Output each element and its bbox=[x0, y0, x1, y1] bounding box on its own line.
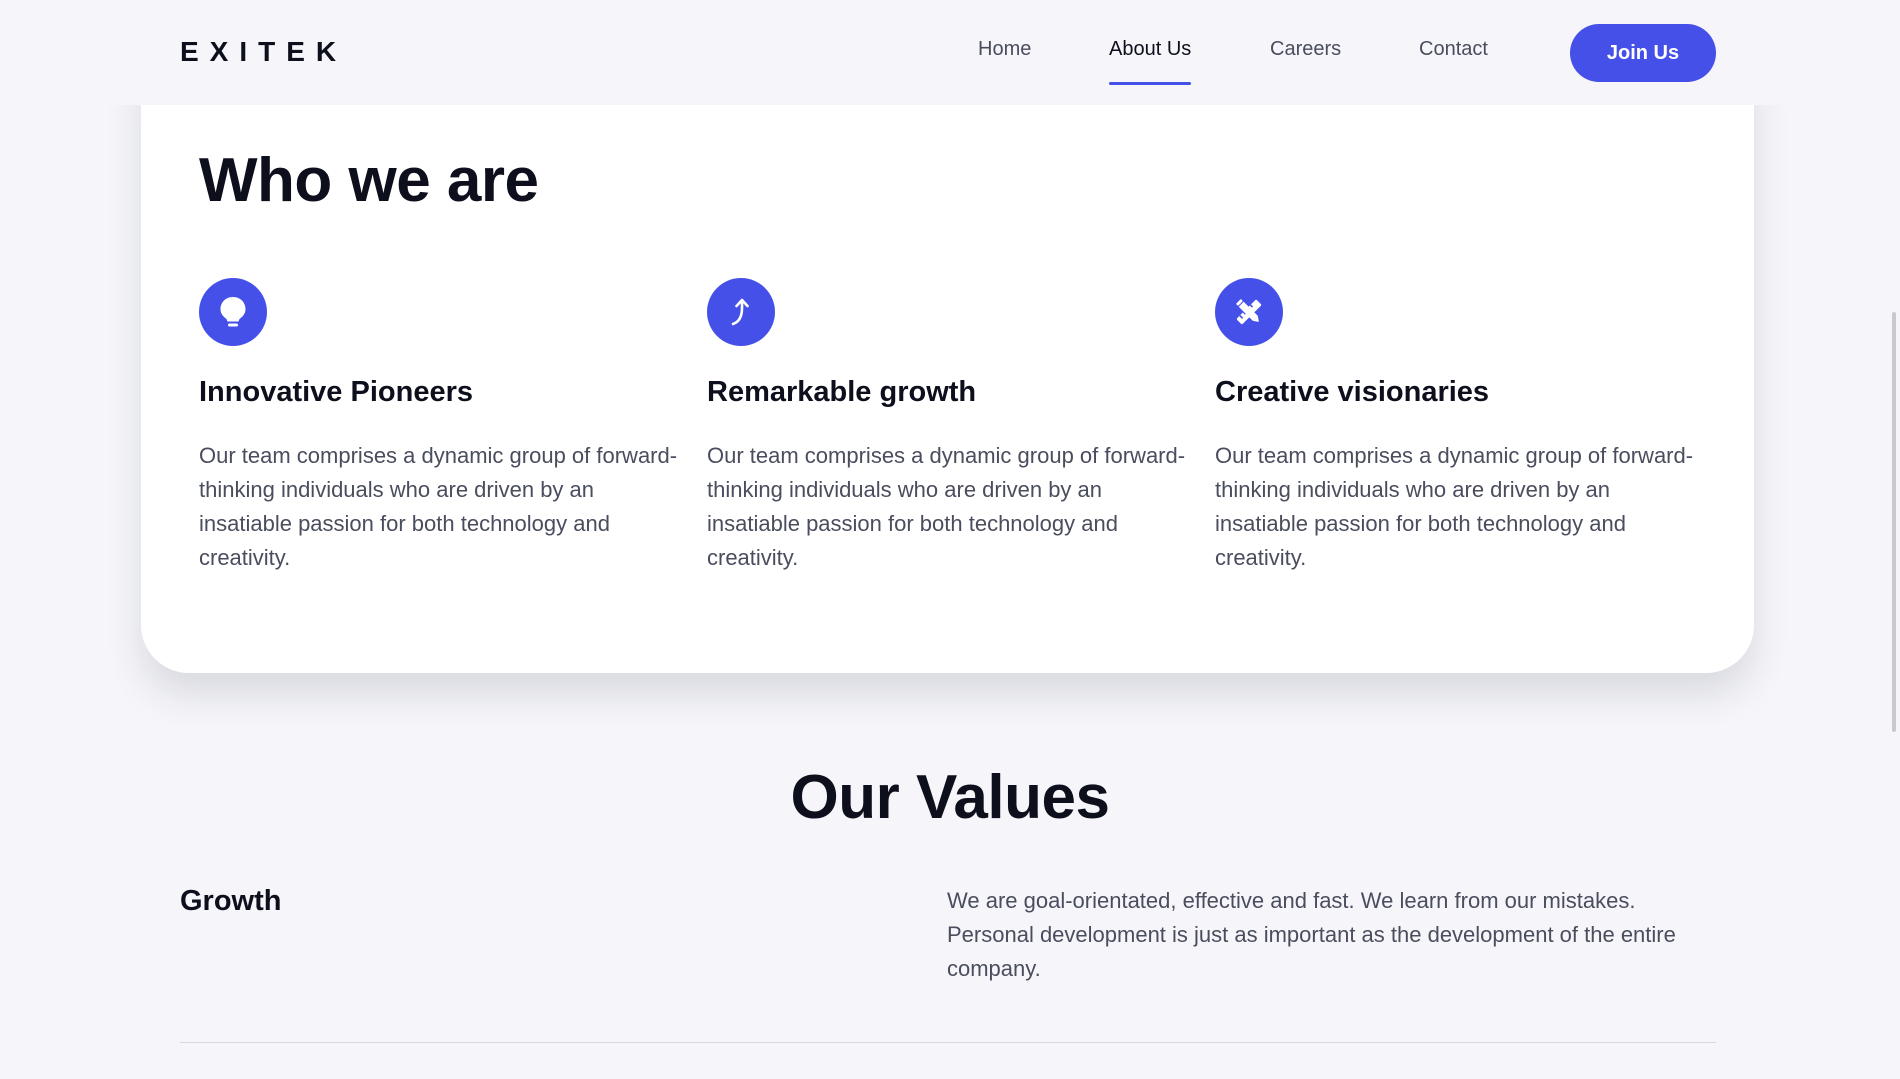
feature-title: Remarkable growth bbox=[707, 376, 977, 408]
feature-title: Creative visionaries bbox=[1215, 376, 1490, 408]
feature-text: Our team comprises a dynamic group of fo… bbox=[707, 443, 1186, 570]
nav-about-us[interactable]: About Us bbox=[1109, 38, 1192, 85]
feature-text: Our team comprises a dynamic group of fo… bbox=[199, 443, 678, 570]
lightbulb-icon bbox=[199, 278, 267, 346]
page-scrollbar[interactable] bbox=[1892, 0, 1900, 1079]
exitek-logo[interactable]: EXITEK bbox=[180, 36, 347, 68]
feature-text: Our team comprises a dynamic group of fo… bbox=[1215, 443, 1694, 570]
feature-remarkable-growth: Remarkable growth Our team comprises a d… bbox=[707, 278, 1187, 575]
nav-careers[interactable]: Careers bbox=[1270, 38, 1341, 61]
scrollbar-thumb[interactable] bbox=[1892, 312, 1896, 732]
values-divider bbox=[180, 1042, 1716, 1043]
nav-about-us-label: About Us bbox=[1109, 38, 1192, 60]
feature-title: Innovative Pioneers bbox=[199, 376, 473, 408]
growth-arrow-icon bbox=[707, 278, 775, 346]
feature-innovative-pioneers: Innovative Pioneers Our team comprises a… bbox=[199, 278, 679, 575]
nav-home[interactable]: Home bbox=[978, 38, 1031, 61]
feature-creative-visionaries: Creative visionaries Our team comprises … bbox=[1215, 278, 1695, 575]
page: Who we are Innovative Pioneers Our team … bbox=[0, 0, 1900, 1079]
value-description-growth: We are goal-orientated, effective and fa… bbox=[947, 888, 1676, 981]
nav-contact[interactable]: Contact bbox=[1419, 38, 1488, 61]
join-us-button[interactable]: Join Us bbox=[1570, 24, 1716, 82]
site-header: EXITEK Home About Us Careers Contact Joi… bbox=[0, 0, 1900, 105]
our-values-title: Our Values bbox=[790, 763, 1110, 832]
design-tools-icon bbox=[1215, 278, 1283, 346]
value-name-growth: Growth bbox=[180, 885, 282, 917]
who-we-are-title: Who we are bbox=[199, 146, 539, 215]
active-nav-indicator bbox=[1109, 82, 1192, 85]
